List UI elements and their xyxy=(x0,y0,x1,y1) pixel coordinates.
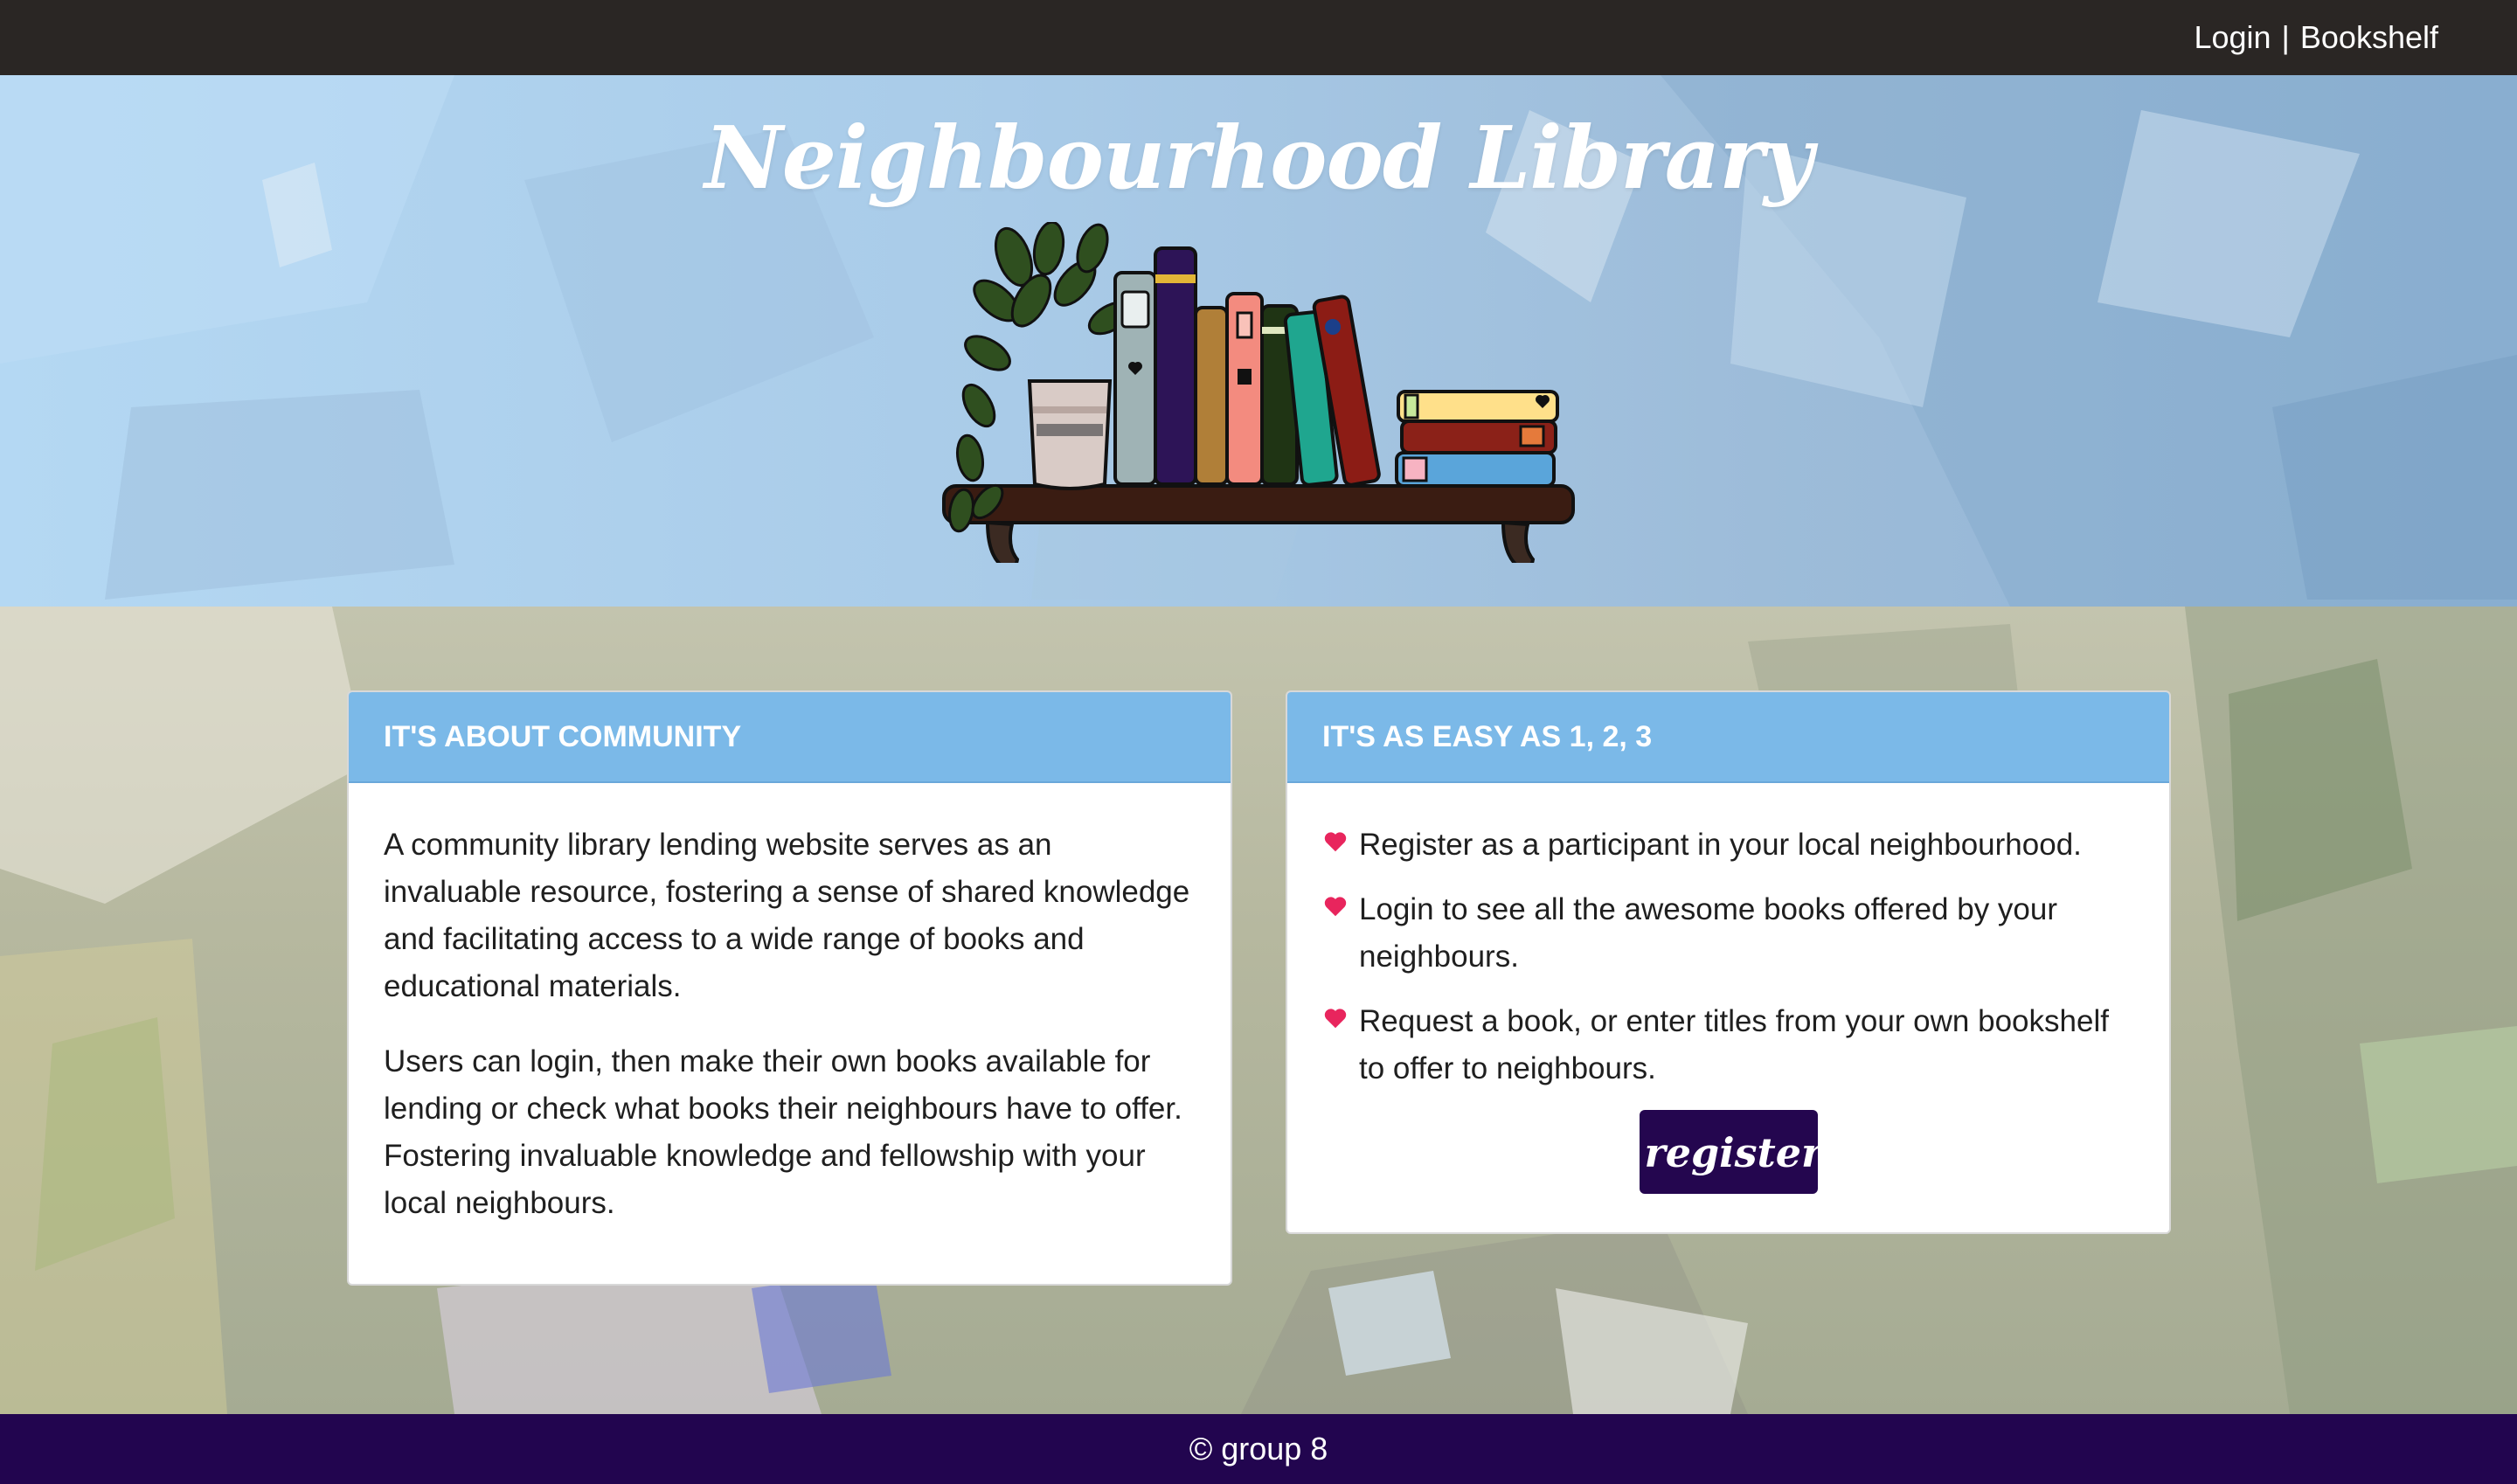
bookshelf-link[interactable]: Bookshelf xyxy=(2300,19,2438,56)
list-item: Request a book, or enter titles from you… xyxy=(1322,998,2134,1092)
about-community-card: IT'S ABOUT COMMUNITY A community library… xyxy=(347,690,1232,1286)
heart-icon xyxy=(1324,897,1347,917)
step-text: Register as a participant in your local … xyxy=(1359,828,2082,862)
about-paragraph-2: Users can login, then make their own boo… xyxy=(384,1044,1182,1220)
footer: © group 8 xyxy=(0,1414,2517,1484)
list-item: Login to see all the awesome books offer… xyxy=(1322,886,2134,981)
site-title: Neighbourhood Library xyxy=(704,108,1813,209)
steps-list: Register as a participant in your local … xyxy=(1322,822,2134,1092)
login-link[interactable]: Login xyxy=(2194,19,2271,56)
register-button-wrapper: register xyxy=(1322,1110,2134,1194)
list-item: Register as a participant in your local … xyxy=(1322,822,2134,869)
about-community-body: A community library lending website serv… xyxy=(349,783,1231,1227)
easy-steps-heading: IT'S AS EASY AS 1, 2, 3 xyxy=(1287,692,2169,783)
step-text: Login to see all the awesome books offer… xyxy=(1359,892,2058,974)
hero-banner: Neighbourhood Library xyxy=(0,75,2517,607)
about-community-heading: IT'S ABOUT COMMUNITY xyxy=(349,692,1231,783)
heart-icon xyxy=(1324,1009,1347,1029)
bookshelf-illustration xyxy=(942,222,1575,563)
heart-icon xyxy=(1324,832,1347,852)
top-nav-bar: Login | Bookshelf xyxy=(0,0,2517,75)
register-button[interactable]: register xyxy=(1639,1110,1822,1194)
easy-steps-card: IT'S AS EASY AS 1, 2, 3 Register as a pa… xyxy=(1286,690,2171,1234)
footer-text: © group 8 xyxy=(1189,1431,1328,1467)
about-paragraph-1: A community library lending website serv… xyxy=(384,828,1190,1003)
main-content: IT'S ABOUT COMMUNITY A community library… xyxy=(0,607,2517,1414)
nav-separator: | xyxy=(2281,19,2290,55)
step-text: Request a book, or enter titles from you… xyxy=(1359,1004,2109,1085)
easy-steps-body: Register as a participant in your local … xyxy=(1287,783,2169,1194)
